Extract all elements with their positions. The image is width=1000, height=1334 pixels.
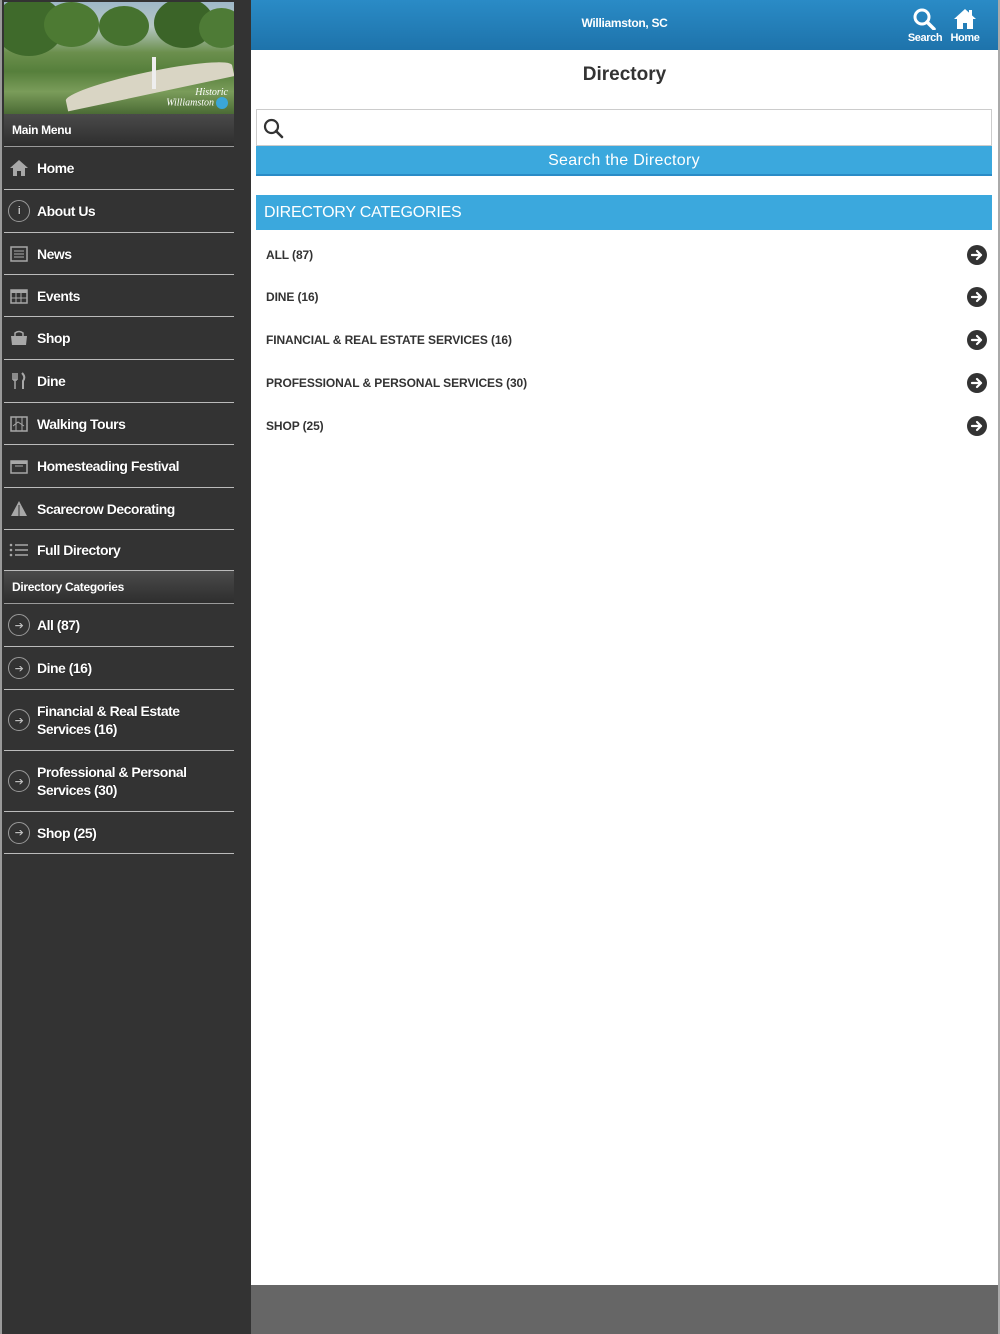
sidebar-category-professional-personal[interactable]: ➔ Professional & Personal Services (30) <box>4 751 234 812</box>
top-bar: Williamston, SC Search Home <box>251 0 998 50</box>
category-row-all[interactable]: ALL (87) <box>256 234 992 276</box>
category-row-dine[interactable]: DINE (16) <box>256 276 992 318</box>
sidebar-item-shop[interactable]: Shop <box>4 317 234 360</box>
sidebar-item-full-directory[interactable]: Full Directory <box>4 530 234 571</box>
search-icon <box>263 118 284 139</box>
sidebar-item-home[interactable]: Home <box>4 147 234 190</box>
sidebar-item-dine[interactable]: Dine <box>4 360 234 403</box>
arrow-circle-icon: ➔ <box>8 709 30 731</box>
sidebar-item-scarecrow-decorating[interactable]: Scarecrow Decorating <box>4 488 234 530</box>
map-icon <box>8 413 30 435</box>
home-icon <box>954 9 976 29</box>
sidebar-category-all[interactable]: ➔ All (87) <box>4 604 234 647</box>
header-title: Williamston, SC <box>581 16 668 30</box>
category-row-shop[interactable]: SHOP (25) <box>256 405 992 447</box>
sidebar: Historic Williamston Main Menu Home i Ab… <box>0 0 251 1334</box>
footer-bar <box>251 1285 998 1334</box>
directory-search-box <box>256 109 992 146</box>
category-row-financial-real-estate[interactable]: FINANCIAL & REAL ESTATE SERVICES (16) <box>256 319 992 361</box>
home-icon <box>8 157 30 179</box>
directory-categories-header: Directory Categories <box>4 571 234 604</box>
search-button[interactable]: Search <box>905 8 945 46</box>
newspaper-icon <box>8 243 30 265</box>
home-button[interactable]: Home <box>945 8 985 46</box>
page-title: Directory <box>582 64 667 85</box>
main-menu-header: Main Menu <box>4 114 234 147</box>
scarecrow-icon <box>8 498 30 520</box>
sidebar-category-dine[interactable]: ➔ Dine (16) <box>4 647 234 690</box>
arrow-circle-icon: ➔ <box>8 821 30 844</box>
calendar-icon <box>8 285 30 307</box>
sidebar-item-about-us[interactable]: i About Us <box>4 190 234 233</box>
search-directory-button[interactable]: Search the Directory <box>256 146 992 176</box>
directory-categories-title: DIRECTORY CATEGORIES <box>256 195 992 230</box>
arrow-right-circle-icon <box>967 416 987 436</box>
sidebar-category-shop[interactable]: ➔ Shop (25) <box>4 812 234 854</box>
category-row-professional-personal[interactable]: PROFESSIONAL & PERSONAL SERVICES (30) <box>256 362 992 404</box>
info-icon: i <box>8 200 30 222</box>
hero-image: Historic Williamston <box>4 2 234 114</box>
sidebar-item-homesteading-festival[interactable]: Homesteading Festival <box>4 445 234 488</box>
arrow-right-circle-icon <box>967 245 987 265</box>
main-panel: Williamston, SC Search Home Directory Se… <box>251 0 1000 1334</box>
williamston-logo: Historic Williamston <box>166 87 228 109</box>
sidebar-item-walking-tours[interactable]: Walking Tours <box>4 403 234 445</box>
fork-knife-icon <box>8 370 30 392</box>
arrow-right-circle-icon <box>967 373 987 393</box>
sidebar-item-events[interactable]: Events <box>4 275 234 317</box>
arrow-right-circle-icon <box>967 330 987 350</box>
arrow-circle-icon: ➔ <box>8 614 30 636</box>
arrow-right-circle-icon <box>967 287 987 307</box>
festival-icon <box>8 455 30 477</box>
arrow-circle-icon: ➔ <box>8 657 30 679</box>
list-icon <box>8 539 30 561</box>
sidebar-item-news[interactable]: News <box>4 233 234 275</box>
arrow-circle-icon: ➔ <box>8 770 30 792</box>
directory-search-input[interactable] <box>289 114 979 142</box>
shopping-bag-icon <box>8 327 30 349</box>
search-icon <box>913 8 936 30</box>
sidebar-category-financial-real-estate[interactable]: ➔ Financial & Real Estate Services (16) <box>4 690 234 751</box>
